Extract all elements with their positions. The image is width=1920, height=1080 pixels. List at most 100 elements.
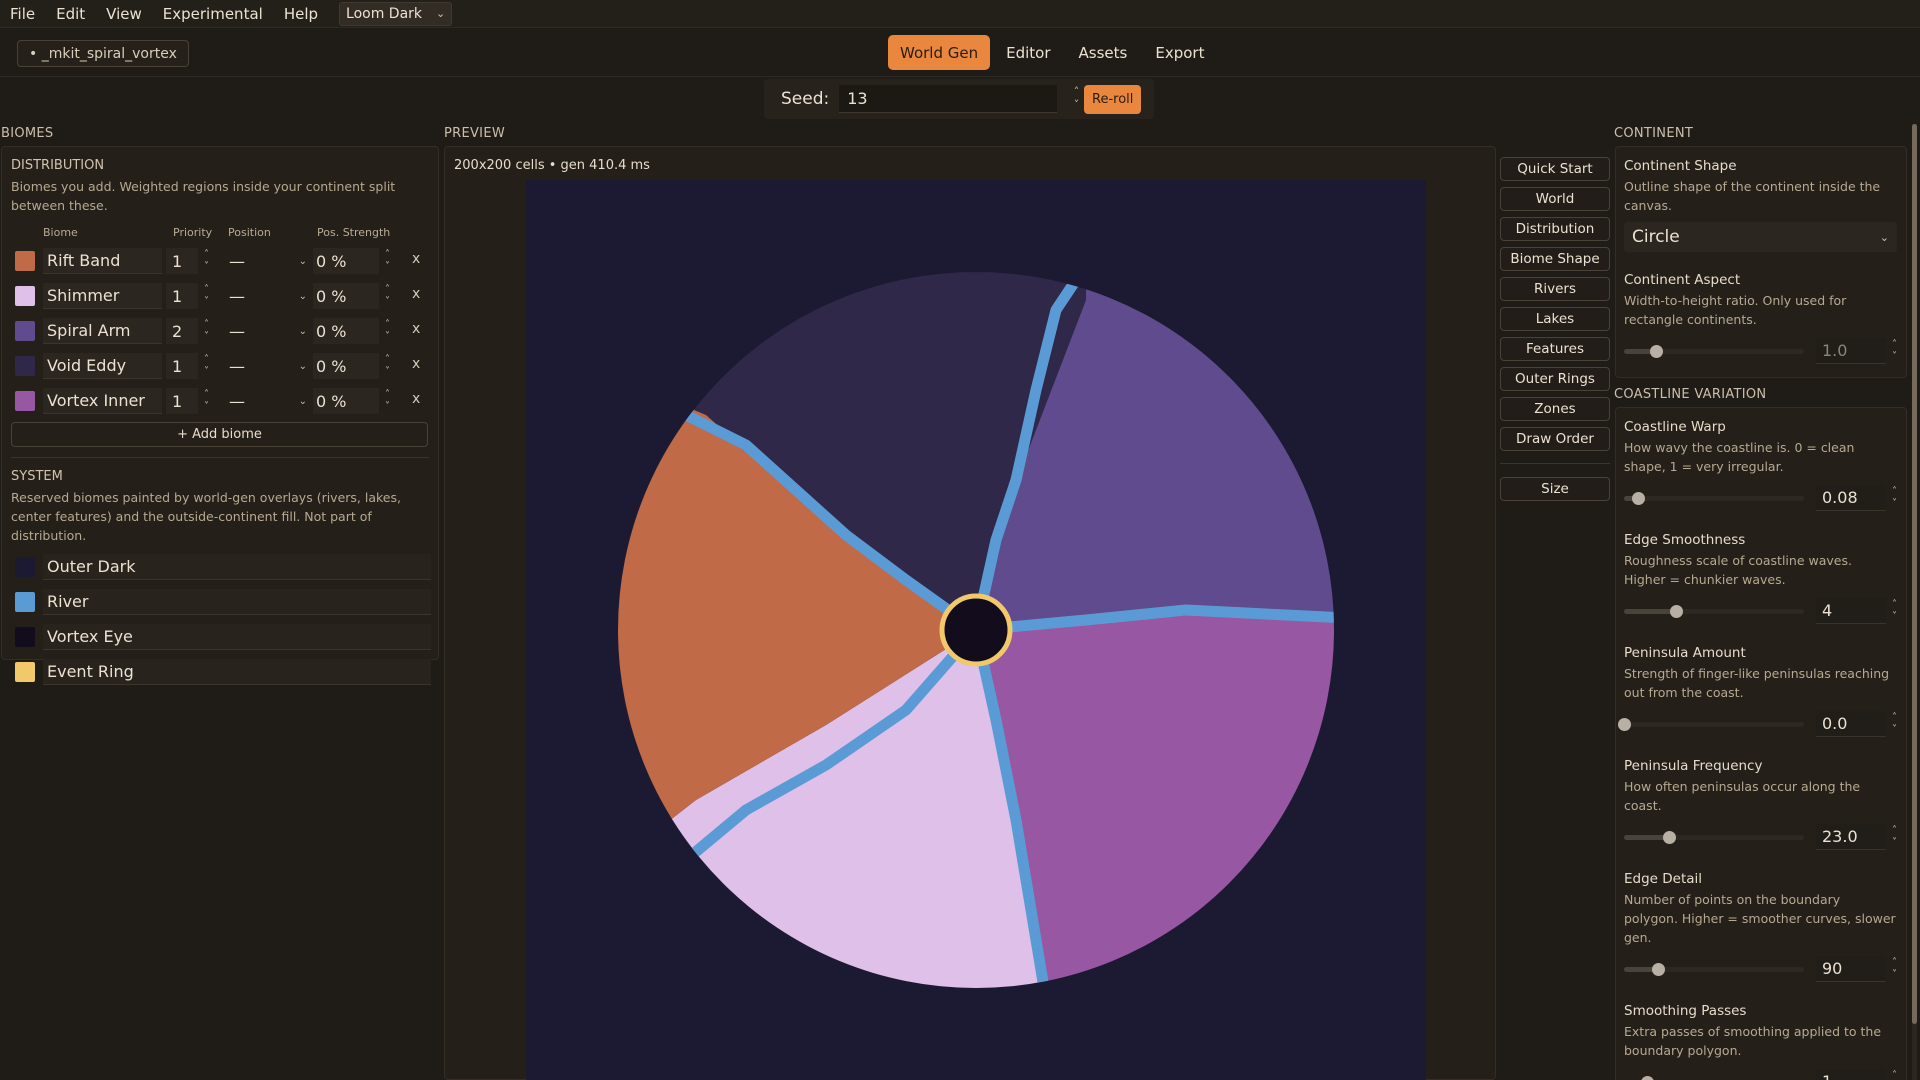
nav-rivers-button[interactable]: Rivers xyxy=(1500,277,1610,301)
biome-priority-input[interactable]: 1 xyxy=(166,283,198,309)
biome-color-swatch[interactable] xyxy=(15,627,35,647)
biome-position-select[interactable]: — ⌄ xyxy=(227,283,307,309)
peninsula-frequency-value[interactable]: 23.0 xyxy=(1816,824,1886,850)
biome-priority-input[interactable]: 1 xyxy=(166,353,198,379)
biome-priority-input[interactable]: 2 xyxy=(166,318,198,344)
edge-smoothness-value[interactable]: 4 xyxy=(1816,598,1886,624)
coastline-warp-value[interactable]: 0.08 xyxy=(1816,485,1886,511)
right-scrollbar[interactable] xyxy=(1912,124,1917,1080)
nav-quick-start-button[interactable]: Quick Start xyxy=(1500,157,1610,181)
priority-stepper[interactable]: ˄ ˅ xyxy=(204,389,209,413)
value-stepper[interactable]: ˄˅ xyxy=(1892,599,1897,623)
tab-world-gen[interactable]: World Gen xyxy=(888,35,991,70)
biome-name-input[interactable]: Rift Band xyxy=(43,248,162,274)
strength-stepper[interactable]: ˄ ˅ xyxy=(385,389,390,413)
biome-priority-input[interactable]: 1 xyxy=(166,388,198,414)
nav-outer-rings-button[interactable]: Outer Rings xyxy=(1500,367,1610,391)
biome-color-swatch[interactable] xyxy=(15,356,35,376)
nav-lakes-button[interactable]: Lakes xyxy=(1500,307,1610,331)
menu-file[interactable]: File xyxy=(10,5,35,23)
biome-name-input[interactable]: Vortex Inner xyxy=(43,388,162,414)
biome-strength-input[interactable]: 0 % xyxy=(313,353,379,379)
peninsula-amount-value[interactable]: 0.0 xyxy=(1816,711,1886,737)
seed-input[interactable]: 13 ˄ ˅ xyxy=(839,85,1079,113)
nav-zones-button[interactable]: Zones xyxy=(1500,397,1610,421)
value-stepper[interactable]: ˄˅ xyxy=(1892,1070,1897,1080)
biome-name-input[interactable]: Spiral Arm xyxy=(43,318,162,344)
priority-stepper[interactable]: ˄ ˅ xyxy=(204,284,209,308)
value-stepper[interactable]: ˄˅ xyxy=(1892,825,1897,849)
nav-distribution-button[interactable]: Distribution xyxy=(1500,217,1610,241)
biome-position-select[interactable]: — ⌄ xyxy=(227,353,307,379)
biome-color-swatch[interactable] xyxy=(15,662,35,682)
delete-biome-button[interactable]: x xyxy=(412,391,420,407)
menu-help[interactable]: Help xyxy=(284,5,318,23)
smoothing-passes-value[interactable]: 1 xyxy=(1816,1069,1886,1080)
smoothing-passes-slider[interactable]: 1 ˄˅ xyxy=(1616,1064,1906,1080)
strength-stepper[interactable]: ˄ ˅ xyxy=(385,354,390,378)
edge-smoothness-slider[interactable]: 4 ˄ ˅ xyxy=(1616,593,1906,627)
delete-biome-button[interactable]: x xyxy=(412,356,420,372)
biome-color-swatch[interactable] xyxy=(15,251,35,271)
biome-color-swatch[interactable] xyxy=(15,557,35,577)
value-stepper[interactable]: ˄˅ xyxy=(1892,339,1897,363)
slider-knob[interactable] xyxy=(1663,831,1676,844)
biome-name-input[interactable]: Void Eddy xyxy=(43,353,162,379)
tab-export[interactable]: Export xyxy=(1143,35,1216,70)
slider-knob[interactable] xyxy=(1650,345,1664,358)
biome-color-swatch[interactable] xyxy=(15,286,35,306)
slider-knob[interactable] xyxy=(1641,1076,1655,1080)
delete-biome-button[interactable]: x xyxy=(412,286,420,302)
peninsula-amount-slider[interactable]: 0.0 ˄ ˅ xyxy=(1616,706,1906,740)
project-chip[interactable]: • _mkit_spiral_vortex xyxy=(17,40,189,67)
biome-strength-input[interactable]: 0 % xyxy=(313,318,379,344)
biome-position-select[interactable]: — ⌄ xyxy=(227,248,307,274)
biome-position-select[interactable]: — ⌄ xyxy=(227,318,307,344)
value-stepper[interactable]: ˄˅ xyxy=(1892,957,1897,981)
biome-position-select[interactable]: — ⌄ xyxy=(227,388,307,414)
nav-size-button[interactable]: Size xyxy=(1500,477,1610,501)
biome-color-swatch[interactable] xyxy=(15,321,35,341)
theme-select[interactable]: Loom Dark ⌄ xyxy=(339,1,453,26)
biome-priority-input[interactable]: 1 xyxy=(166,248,198,274)
biome-color-swatch[interactable] xyxy=(15,592,35,612)
edge-detail-slider[interactable]: 90 ˄ ˅ xyxy=(1616,951,1906,985)
continent-aspect-slider[interactable]: 1.0 ˄ ˅ xyxy=(1616,333,1906,367)
tab-editor[interactable]: Editor xyxy=(994,35,1062,70)
priority-stepper[interactable]: ˄ ˅ xyxy=(204,319,209,343)
menu-experimental[interactable]: Experimental xyxy=(163,5,263,23)
menu-edit[interactable]: Edit xyxy=(56,5,85,23)
strength-stepper[interactable]: ˄ ˅ xyxy=(385,249,390,273)
priority-stepper[interactable]: ˄ ˅ xyxy=(204,354,209,378)
world-preview-canvas[interactable] xyxy=(526,180,1426,1080)
delete-biome-button[interactable]: x xyxy=(412,321,420,337)
biome-strength-input[interactable]: 0 % xyxy=(313,388,379,414)
delete-biome-button[interactable]: x xyxy=(412,251,420,267)
menu-view[interactable]: View xyxy=(106,5,142,23)
coastline-warp-slider[interactable]: 0.08 ˄ ˅ xyxy=(1616,480,1906,514)
nav-world-button[interactable]: World xyxy=(1500,187,1610,211)
slider-knob[interactable] xyxy=(1618,718,1631,731)
value-stepper[interactable]: ˄˅ xyxy=(1892,486,1897,510)
nav-draw-order-button[interactable]: Draw Order xyxy=(1500,427,1610,451)
peninsula-frequency-slider[interactable]: 23.0 ˄ ˅ xyxy=(1616,819,1906,853)
seed-stepper[interactable]: ˄ ˅ xyxy=(1074,85,1080,111)
biome-strength-input[interactable]: 0 % xyxy=(313,248,379,274)
strength-stepper[interactable]: ˄ ˅ xyxy=(385,284,390,308)
reroll-button[interactable]: Re-roll xyxy=(1084,85,1142,114)
nav-biome-shape-button[interactable]: Biome Shape xyxy=(1500,247,1610,271)
strength-stepper[interactable]: ˄ ˅ xyxy=(385,319,390,343)
biome-color-swatch[interactable] xyxy=(15,391,35,411)
slider-knob[interactable] xyxy=(1652,963,1666,976)
priority-stepper[interactable]: ˄ ˅ xyxy=(204,249,209,273)
continent-aspect-value[interactable]: 1.0 xyxy=(1816,338,1886,364)
slider-knob[interactable] xyxy=(1632,492,1646,505)
add-biome-button[interactable]: + Add biome xyxy=(11,422,428,447)
biome-strength-input[interactable]: 0 % xyxy=(313,283,379,309)
tab-assets[interactable]: Assets xyxy=(1067,35,1140,70)
scrollbar-thumb[interactable] xyxy=(1912,124,1917,1024)
value-stepper[interactable]: ˄˅ xyxy=(1892,712,1897,736)
slider-knob[interactable] xyxy=(1670,605,1684,618)
edge-detail-value[interactable]: 90 xyxy=(1816,956,1886,982)
nav-features-button[interactable]: Features xyxy=(1500,337,1610,361)
